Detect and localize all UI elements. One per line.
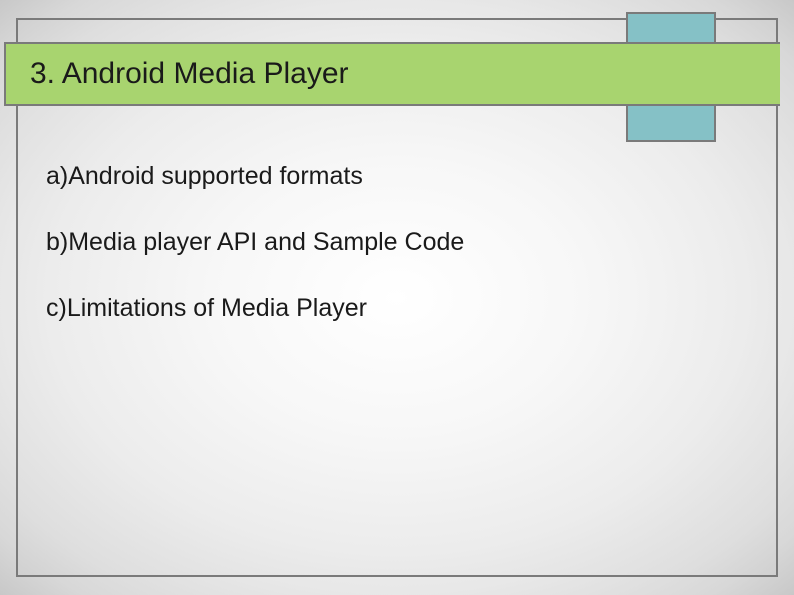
slide-frame: 3. Android Media Player a)Android suppor… <box>16 18 778 577</box>
slide: 3. Android Media Player a)Android suppor… <box>0 0 794 595</box>
slide-title: 3. Android Media Player <box>30 57 349 91</box>
slide-content: a)Android supported formats b)Media play… <box>46 160 748 357</box>
bullet-c: c)Limitations of Media Player <box>46 292 748 326</box>
bullet-b: b)Media player API and Sample Code <box>46 226 748 260</box>
bullet-a: a)Android supported formats <box>46 160 748 194</box>
title-bar: 3. Android Media Player <box>4 42 780 106</box>
